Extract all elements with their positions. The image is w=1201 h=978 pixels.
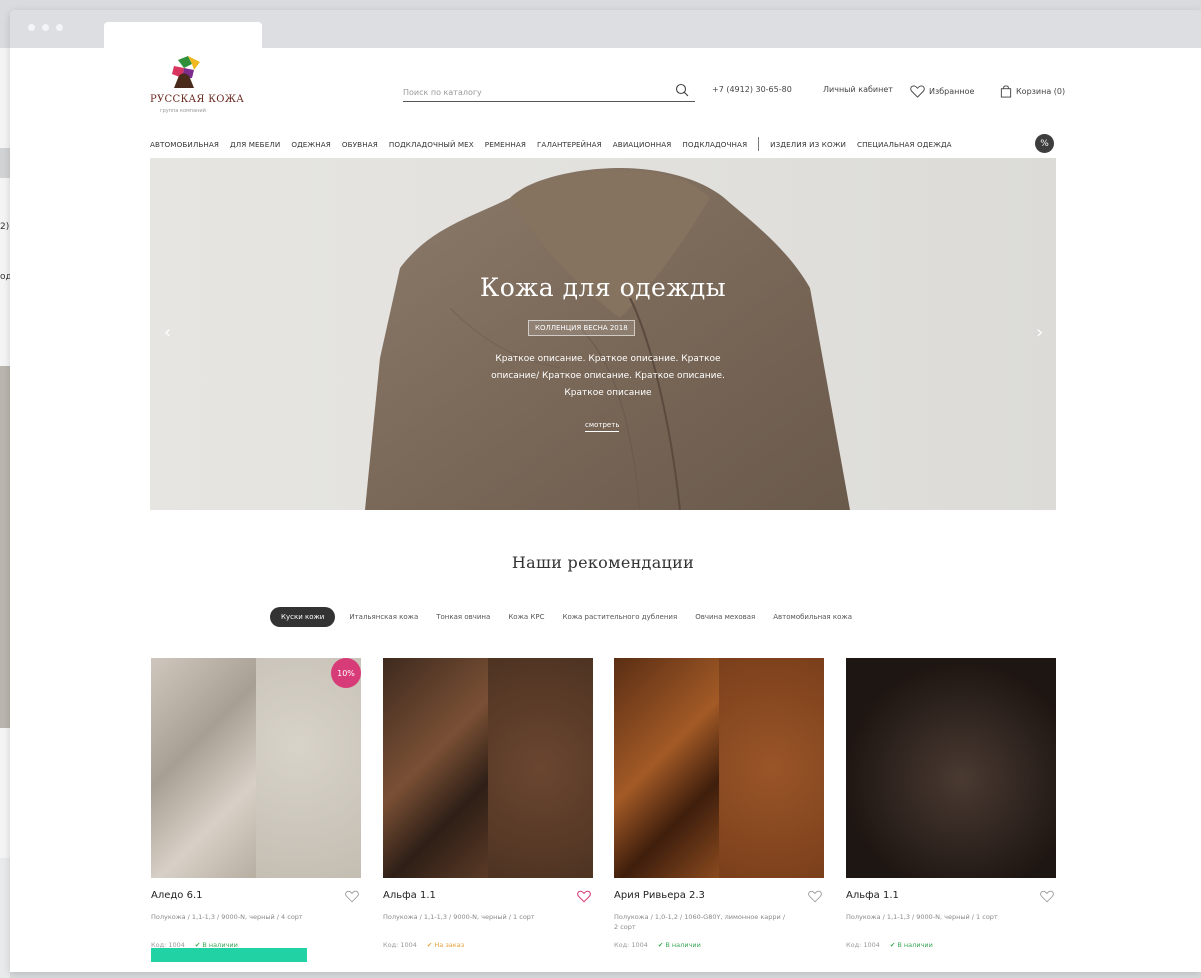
- hero-slider: Кожа для одежды КОЛЛЕНЦИЯ ВЕСНА 2018 Кра…: [150, 158, 1056, 510]
- background-page-strip: [0, 48, 10, 978]
- favorite-heart-icon[interactable]: [577, 890, 591, 903]
- product-meta: Код: 1004 ✔ На заказ: [383, 941, 464, 949]
- product-description: Полукожа / 1,0-1,2 / 1060-G80Y, лимонное…: [614, 913, 786, 931]
- favorites-label: Избранное: [929, 87, 975, 96]
- product-name[interactable]: Альфа 1.1: [383, 890, 436, 901]
- account-link[interactable]: Личный кабинет: [823, 85, 893, 94]
- nav-item[interactable]: Для мебели: [230, 140, 280, 149]
- product-card[interactable]: Альфа 1.1 Полукожа / 1,1-1,3 / 9000-N, ч…: [383, 658, 593, 949]
- product-card[interactable]: 10% Аледо 6.1 Полукожа / 1,1-1,3 / 9000-…: [151, 658, 361, 949]
- stock-status-label: На заказ: [434, 941, 465, 949]
- nav-item[interactable]: Автомобильная: [150, 140, 219, 149]
- tab[interactable]: Кожа растительного дубления: [562, 613, 677, 621]
- sale-percent-icon[interactable]: %: [1035, 134, 1054, 153]
- window-controls: [28, 24, 63, 31]
- add-to-cart-button[interactable]: [151, 948, 307, 962]
- logo-mark-icon: [172, 56, 200, 88]
- cart-label: Корзина (0): [1016, 87, 1066, 96]
- background-leather-block: [0, 366, 10, 728]
- product-name[interactable]: Альфа 1.1: [846, 890, 899, 901]
- discount-badge: 10%: [331, 658, 361, 688]
- account-label: Личный кабинет: [823, 85, 893, 94]
- stock-status: ✔ В наличии: [889, 941, 933, 949]
- logo-title: РУССКАЯ КОЖА: [150, 94, 245, 105]
- background-block: [0, 148, 10, 178]
- stock-status-label: В наличии: [897, 941, 933, 949]
- product-image[interactable]: [383, 658, 593, 878]
- tab-active[interactable]: Куски кожи: [270, 607, 336, 627]
- tab[interactable]: Тонкая овчина: [436, 613, 490, 621]
- product-name[interactable]: Аледо 6.1: [151, 890, 203, 901]
- product-description: Полукожа / 1,1-1,3 / 9000-N, черный / 1 …: [846, 913, 998, 921]
- product-name[interactable]: Ария Ривьера 2.3: [614, 890, 705, 901]
- favorite-heart-icon[interactable]: [345, 890, 359, 903]
- hero-view-link[interactable]: смотреть: [585, 421, 620, 432]
- nav-item[interactable]: Ременная: [485, 140, 526, 149]
- hero-collection-badge: КОЛЛЕНЦИЯ ВЕСНА 2018: [528, 320, 635, 336]
- phone-number: +7 (4912) 30-65-80: [712, 85, 792, 94]
- stock-status: ✔ В наличии: [657, 941, 701, 949]
- nav-item[interactable]: Подкладочный мех: [389, 140, 474, 149]
- nav-item[interactable]: Галантерейная: [537, 140, 602, 149]
- tab[interactable]: Автомобильная кожа: [773, 613, 852, 621]
- product-description: Полукожа / 1,1-1,3 / 9000-N, черный / 1 …: [383, 913, 535, 921]
- phone-link[interactable]: +7 (4912) 30-65-80: [712, 85, 792, 94]
- background-block: [0, 858, 10, 978]
- site-logo[interactable]: РУССКАЯ КОЖА группа компаний: [150, 56, 244, 116]
- product-code: Код: 1004: [383, 941, 417, 949]
- nav-item[interactable]: Одежная: [291, 140, 331, 149]
- nav-item[interactable]: Обувная: [342, 140, 378, 149]
- shopping-bag-icon: [1000, 85, 1012, 98]
- product-code: Код: 1004: [846, 941, 880, 949]
- product-meta: Код: 1004 ✔ В наличии: [846, 941, 933, 949]
- product-image[interactable]: 10%: [151, 658, 361, 878]
- nav-item[interactable]: Подкладочная: [682, 140, 747, 149]
- product-meta: Код: 1004 ✔ В наличии: [614, 941, 701, 949]
- product-image[interactable]: [846, 658, 1056, 878]
- hero-description: Краткое описание. Краткое описание. Крат…: [491, 354, 725, 398]
- product-card[interactable]: Альфа 1.1 Полукожа / 1,1-1,3 / 9000-N, ч…: [846, 658, 1056, 949]
- nav-item[interactable]: Авиационная: [613, 140, 672, 149]
- nav-item[interactable]: Специальная одежда: [857, 140, 952, 149]
- logo-subtitle: группа компаний: [160, 108, 206, 114]
- cart-link[interactable]: Корзина (0): [1000, 85, 1065, 98]
- search-icon[interactable]: [675, 83, 689, 97]
- tab[interactable]: Овчина меховая: [695, 613, 755, 621]
- browser-tab[interactable]: [104, 22, 262, 48]
- search-bar: [403, 80, 695, 103]
- nav-item[interactable]: Изделия из кожи: [770, 140, 846, 149]
- heart-icon: [910, 85, 925, 98]
- product-card[interactable]: Ария Ривьера 2.3 Полукожа / 1,0-1,2 / 10…: [614, 658, 824, 949]
- main-navigation: Автомобильная Для мебели Одежная Обувная…: [150, 134, 1070, 154]
- site-header: РУССКАЯ КОЖА группа компаний +7 (4912) 3…: [150, 52, 1070, 114]
- favorite-heart-icon[interactable]: [1040, 890, 1054, 903]
- product-code: Код: 1004: [614, 941, 648, 949]
- prev-slide-arrow-icon[interactable]: ‹: [164, 322, 178, 343]
- stock-status: ✔ На заказ: [426, 941, 465, 949]
- tab[interactable]: Итальянская кожа: [349, 613, 418, 621]
- stock-status-label: В наличии: [665, 941, 701, 949]
- section-title: Наши рекомендации: [511, 553, 695, 572]
- nav-divider: [758, 137, 760, 151]
- maximize-window-dot[interactable]: [56, 24, 63, 31]
- product-image[interactable]: [614, 658, 824, 878]
- favorite-heart-icon[interactable]: [808, 890, 822, 903]
- category-tabs: Куски кожи Итальянская кожа Тонкая овчин…: [270, 606, 870, 628]
- tab[interactable]: Кожа КРС: [508, 613, 544, 621]
- search-input[interactable]: [403, 82, 653, 103]
- next-slide-arrow-icon[interactable]: ›: [1036, 322, 1050, 343]
- close-window-dot[interactable]: [28, 24, 35, 31]
- hero-title: Кожа для одежды: [479, 273, 727, 302]
- minimize-window-dot[interactable]: [42, 24, 49, 31]
- product-description: Полукожа / 1,1-1,3 / 9000-N, черный / 4 …: [151, 913, 303, 921]
- background-text: 2): [0, 222, 10, 232]
- browser-toolbar: [10, 10, 1201, 48]
- favorites-link[interactable]: Избранное: [910, 85, 974, 98]
